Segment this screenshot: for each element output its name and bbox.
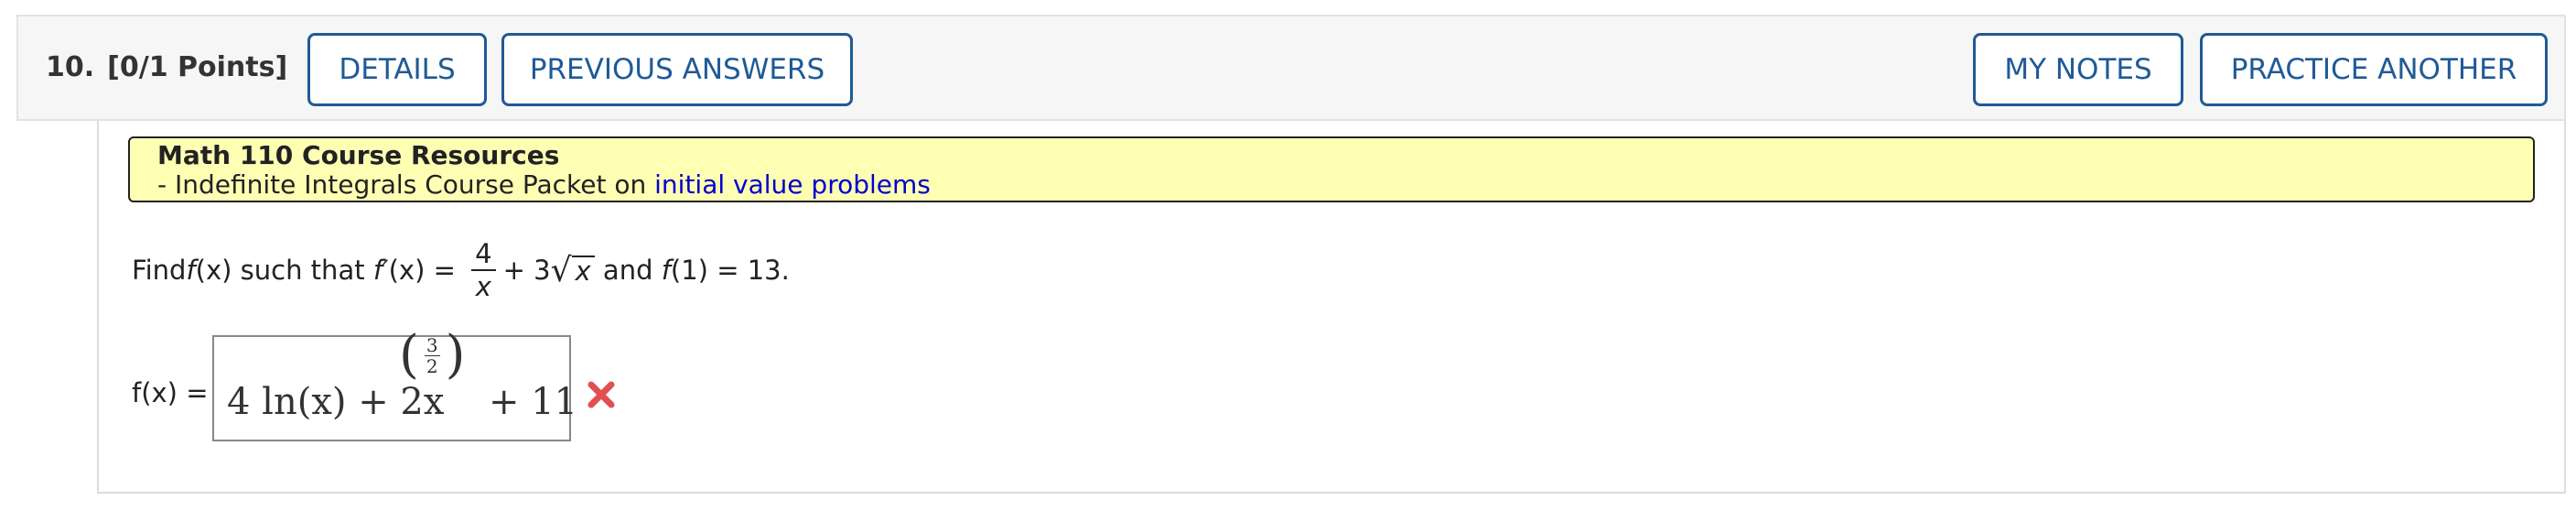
problem-f-2: f bbox=[661, 255, 671, 286]
details-button[interactable]: DETAILS bbox=[307, 33, 487, 106]
resources-line: - Indefinite Integrals Course Packet on … bbox=[157, 169, 931, 200]
answer-exponent: ( 3 2 ) bbox=[399, 328, 465, 383]
resources-line-prefix: - Indefinite Integrals Course Packet on bbox=[157, 169, 655, 200]
question-header: 10. [0/1 Points] DETAILS PREVIOUS ANSWERS… bbox=[16, 15, 2566, 121]
sqrt-expression: √ x bbox=[550, 252, 595, 289]
answer-expression-tail: + 11 bbox=[489, 381, 578, 423]
exponent-denominator: 2 bbox=[426, 354, 438, 377]
problem-and: and bbox=[594, 255, 662, 286]
fraction: 4 x bbox=[471, 238, 496, 302]
question-number: 10. [0/1 Points] bbox=[46, 51, 287, 83]
problem-find: Find bbox=[132, 255, 187, 286]
problem-equals: = bbox=[425, 255, 465, 286]
answer-label: f(x) = bbox=[132, 377, 217, 408]
x-mark-icon bbox=[587, 381, 615, 408]
exponent-fraction: 3 2 bbox=[424, 333, 440, 377]
previous-answers-button[interactable]: PREVIOUS ANSWERS bbox=[501, 33, 853, 106]
problem-condition: (1) = 13. bbox=[670, 255, 790, 286]
exponent-open-paren: ( bbox=[399, 325, 419, 385]
points-status: [0/1 Points] bbox=[107, 51, 288, 83]
problem-such-that: such that bbox=[232, 255, 373, 286]
answer-input[interactable]: 4 ln(x) + 2x ( 3 2 ) + 11 bbox=[212, 328, 577, 441]
initial-value-problems-link[interactable]: initial value problems bbox=[654, 169, 931, 200]
course-resources-box: Math 110 Course Resources - Indefinite I… bbox=[128, 136, 2535, 202]
problem-x-paren-2: (x) bbox=[388, 255, 426, 286]
exponent-numerator: 3 bbox=[424, 333, 440, 356]
sqrt-argument: x bbox=[571, 256, 595, 285]
problem-f: f bbox=[186, 255, 196, 286]
question-number-text: 10. bbox=[46, 51, 95, 83]
fraction-numerator: 4 bbox=[471, 238, 496, 271]
answer-expression-main: 4 ln(x) + 2x bbox=[227, 381, 445, 423]
resources-title: Math 110 Course Resources bbox=[157, 140, 560, 170]
problem-plus-three: + 3 bbox=[502, 255, 551, 286]
exponent-close-paren: ) bbox=[445, 325, 466, 385]
fraction-denominator: x bbox=[475, 271, 491, 302]
radical-sign-icon: √ bbox=[550, 252, 572, 289]
problem-fprime: f′ bbox=[372, 255, 389, 286]
problem-x-paren: (x) bbox=[195, 255, 232, 286]
practice-another-button[interactable]: PRACTICE ANOTHER bbox=[2200, 33, 2548, 106]
problem-statement: Find f (x) such that f′ (x) = 4 x + 3 √ x… bbox=[132, 237, 790, 303]
my-notes-button[interactable]: MY NOTES bbox=[1973, 33, 2183, 106]
